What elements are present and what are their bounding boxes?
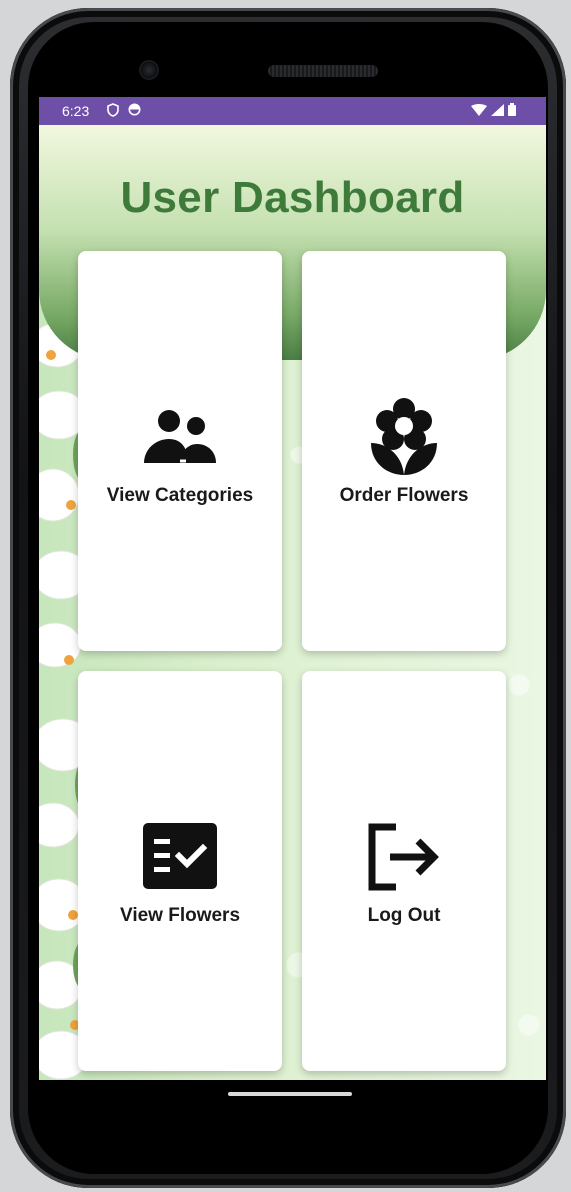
view-categories-card[interactable]: View Categories [78,251,282,651]
view-flowers-card[interactable]: View Flowers [78,671,282,1071]
front-camera [141,62,157,78]
page-title: User Dashboard [120,173,465,222]
order-flowers-card[interactable]: Order Flowers [302,251,506,651]
shield-icon [107,103,119,117]
log-out-label: Log Out [367,905,441,926]
flower-icon [302,397,506,475]
view-categories-label: View Categories [106,485,254,506]
home-indicator[interactable] [228,1092,352,1096]
data-saver-icon [128,103,141,116]
status-right-icons [471,103,516,116]
people-icon [78,409,282,465]
status-left-icons [107,103,141,117]
app-screen: 6:23 User Dashboard View Categories Orde… [39,97,546,1080]
log-out-card[interactable]: Log Out [302,671,506,1071]
status-time: 6:23 [62,103,90,119]
logout-icon [302,823,506,891]
earpiece-speaker [268,65,378,77]
cellular-signal-icon [491,103,504,116]
wifi-icon [471,103,487,116]
order-flowers-label: Order Flowers [339,485,469,506]
status-bar: 6:23 [39,97,546,125]
battery-icon [508,103,516,116]
checklist-icon [78,823,282,889]
gesture-nav-bar [28,1068,528,1128]
view-flowers-label: View Flowers [119,905,241,926]
